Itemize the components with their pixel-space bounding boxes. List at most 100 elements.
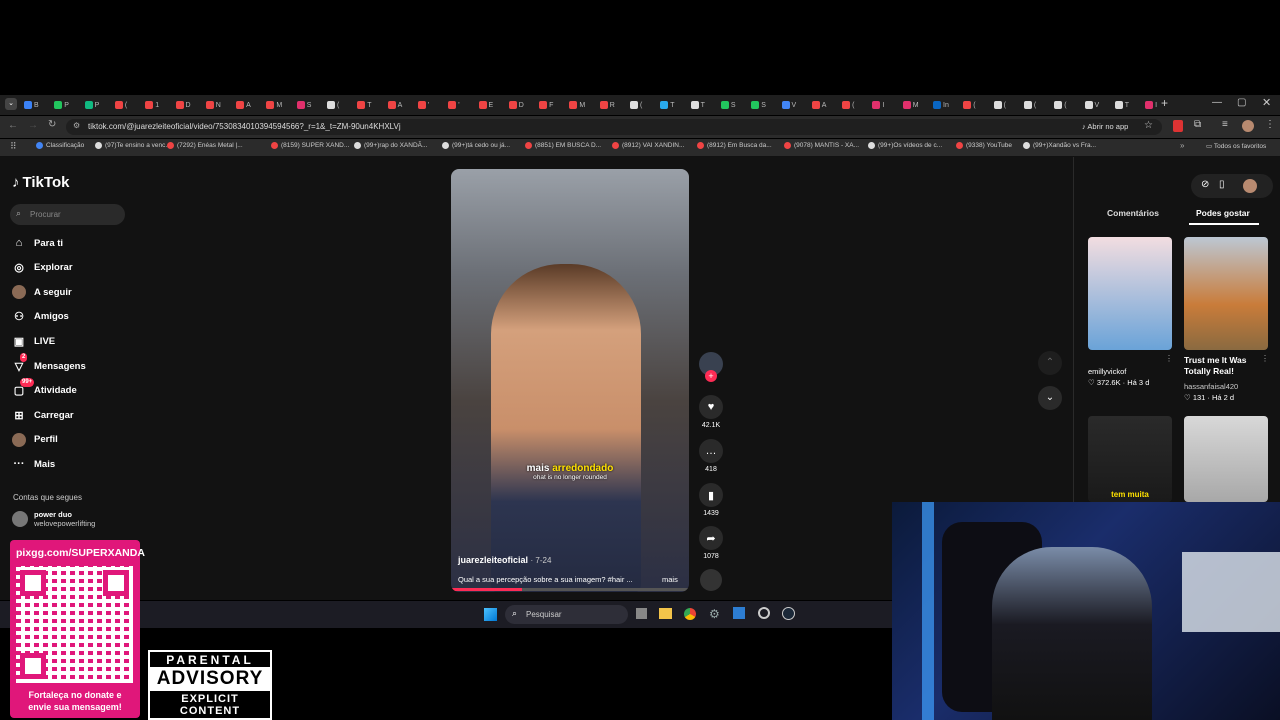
nav-item-more[interactable]: ··· Mais [12, 457, 56, 471]
browser-tab[interactable]: D [175, 97, 204, 113]
profile-avatar-icon[interactable] [1242, 120, 1254, 132]
tab-suggestions[interactable]: Podes gostar [1196, 208, 1250, 218]
suggestion-author-1[interactable]: emillyvickof [1088, 367, 1126, 376]
browser-tab[interactable]: A [236, 97, 264, 113]
nav-item-live[interactable]: ▣ LIVE [12, 334, 55, 348]
browser-tab[interactable]: S [296, 97, 325, 113]
browser-tab[interactable]: 1 [145, 97, 173, 113]
share-button[interactable]: ➦ 1078 [699, 526, 723, 560]
forward-icon[interactable]: → [28, 120, 38, 131]
browser-tab[interactable]: ( [630, 97, 658, 113]
browser-tab[interactable]: ( [1023, 97, 1052, 113]
browser-tab[interactable]: E [478, 97, 507, 113]
bookmark-item[interactable]: (99+)Xandão vs Fra... [1023, 142, 1096, 149]
file-explorer-icon[interactable] [659, 608, 672, 619]
video-more-link[interactable]: mais [662, 575, 678, 584]
suggestion-thumb-4[interactable] [1184, 416, 1268, 502]
browser-tab[interactable]: S [720, 97, 749, 113]
bookmark-item[interactable]: (9078) MANTIS - XA... [784, 142, 859, 149]
nav-item-compass[interactable]: ◎ Explorar [12, 261, 72, 275]
browser-tab[interactable]: M [569, 97, 597, 113]
suggestion-menu-1[interactable]: ⋮ [1165, 354, 1173, 363]
browser-tab[interactable]: ( [842, 97, 870, 113]
browser-tab[interactable]: In [933, 97, 961, 113]
new-tab-button[interactable]: + [1161, 96, 1168, 110]
browser-tab[interactable]: ( [327, 97, 355, 113]
browser-tab[interactable]: M [266, 97, 294, 113]
suggestion-title-2[interactable]: Trust me It Was Totally Real! [1184, 355, 1256, 377]
suggestion-thumb-2[interactable] [1184, 237, 1268, 350]
suggestion-thumb-3[interactable]: tem muita [1088, 416, 1172, 502]
browser-tab[interactable]: P [84, 97, 113, 113]
browser-tab[interactable]: ' [448, 97, 476, 113]
follow-plus-icon[interactable]: + [705, 370, 717, 382]
nav-item-friends[interactable]: ⚇ Amigos [12, 310, 69, 324]
close-window-button[interactable]: ✕ [1262, 96, 1271, 109]
video-author[interactable]: juarezleiteoficial [458, 555, 528, 565]
browser-tab[interactable]: A [387, 97, 416, 113]
all-bookmarks-button[interactable]: ▭ Todos os favoritos [1206, 142, 1266, 150]
app-icon[interactable] [733, 607, 745, 619]
comment-button[interactable]: … 418 [699, 439, 723, 473]
bookmark-item[interactable]: (9338) YouTube [956, 142, 1012, 149]
reload-icon[interactable]: ↻ [48, 119, 56, 130]
phone-icon[interactable]: ▯ [1219, 179, 1225, 190]
settings-icon[interactable]: ⚙ [709, 607, 720, 621]
browser-tab[interactable]: ( [114, 97, 143, 113]
bookmark-item[interactable]: (7292) Enéas Metal |... [167, 142, 243, 149]
bookmark-item[interactable]: (97)Te ensino a venc... [95, 142, 171, 149]
task-view-icon[interactable] [636, 608, 647, 619]
back-icon[interactable]: ← [8, 120, 18, 131]
browser-tab[interactable]: ' [417, 97, 446, 113]
browser-tab[interactable]: ( [963, 97, 991, 113]
open-in-app-button[interactable]: ♪ Abrir no app [1078, 121, 1132, 133]
browser-tab[interactable]: T [660, 97, 688, 113]
browser-tab[interactable]: ( [993, 97, 1022, 113]
bookmark-item[interactable]: (99+)tá cedo ou já... [442, 142, 510, 149]
browser-tab[interactable]: R [599, 97, 628, 113]
browser-tab[interactable]: F [539, 97, 567, 113]
browser-tab[interactable]: T [1114, 97, 1143, 113]
maximize-button[interactable]: ▢ [1237, 97, 1246, 108]
obs-icon[interactable] [758, 607, 770, 619]
bookmark-item[interactable]: (8912) Em Busca da... [697, 142, 772, 149]
compass-icon[interactable]: ⊘ [1201, 179, 1209, 190]
browser-tab[interactable]: D [508, 97, 537, 113]
taskbar-search-input[interactable]: ⌕ Pesquisar [505, 605, 628, 624]
bookmarks-overflow-icon[interactable]: » [1180, 141, 1184, 150]
browser-tab[interactable]: ( [1054, 97, 1082, 113]
bookmark-item[interactable]: (99+)rap do XANDÃ... [354, 142, 427, 149]
video-author-line[interactable]: juarezleiteoficial · 7-24 [458, 555, 551, 565]
bookmark-item[interactable]: (99+)Os vídeos de c... [868, 142, 942, 149]
next-video-button[interactable]: ⌄ [1038, 386, 1062, 410]
minimize-button[interactable]: — [1212, 97, 1222, 108]
following-item[interactable]: power duo welovepowerlifting [12, 510, 95, 528]
browser-tab[interactable]: B [24, 97, 52, 113]
nav-item-avatar[interactable]: A seguir [12, 285, 72, 300]
chrome-icon[interactable] [684, 608, 696, 620]
extensions-puzzle-icon[interactable]: ⧉ [1194, 119, 1201, 130]
browser-tab[interactable]: V [781, 97, 810, 113]
browser-menu-icon[interactable]: ⋮ [1265, 119, 1275, 130]
tiktok-logo[interactable]: ♪ TikTok [12, 174, 69, 191]
browser-tab[interactable]: V [1084, 97, 1113, 113]
browser-tab[interactable]: N [205, 97, 234, 113]
nav-item-home[interactable]: ⌂ Para ti [12, 236, 63, 250]
browser-tab[interactable]: I [1145, 97, 1173, 113]
reading-list-icon[interactable]: ≡ [1222, 119, 1228, 130]
suggestion-menu-2[interactable]: ⋮ [1261, 354, 1269, 363]
suggestion-author-2[interactable]: hassanfaisal420 [1184, 382, 1238, 391]
search-input[interactable]: ⌕ Procurar [10, 204, 125, 225]
bookmark-item[interactable]: Classificação [36, 142, 84, 149]
video-progress-bar[interactable] [451, 588, 689, 591]
like-button[interactable]: ♥ 42.1K [699, 395, 723, 429]
browser-tab[interactable]: A [811, 97, 840, 113]
nav-item-profile[interactable]: Perfil [12, 432, 58, 447]
bookmark-item[interactable]: (8159) SUPER XAND... [271, 142, 349, 149]
tab-list-icon[interactable]: ⌄ [5, 98, 17, 110]
video-player[interactable]: mais arredondado ohat is no longer round… [451, 169, 689, 592]
browser-tab[interactable]: M [902, 97, 931, 113]
browser-tab[interactable]: T [357, 97, 385, 113]
save-button[interactable]: ▮ 1439 [699, 483, 723, 517]
apps-icon[interactable]: ⠿ [10, 141, 17, 152]
